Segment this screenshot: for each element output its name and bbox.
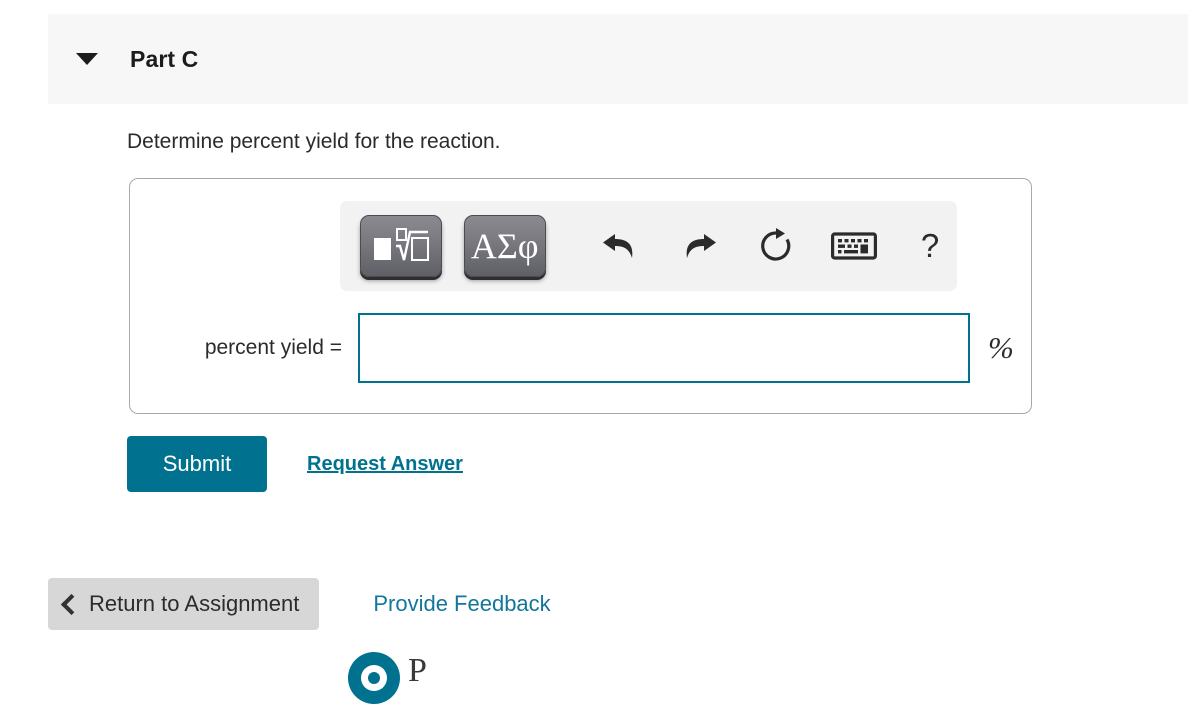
keyboard-button[interactable] (827, 219, 881, 273)
undo-button[interactable] (594, 219, 648, 273)
submit-button[interactable]: Submit (127, 436, 267, 492)
math-toolbar: ΑΣφ ? (340, 201, 957, 291)
reset-circular-arrow-icon (761, 228, 791, 261)
return-to-assignment-label: Return to Assignment (89, 591, 300, 616)
greek-symbols-label: ΑΣφ (470, 226, 539, 266)
provide-feedback-link[interactable]: Provide Feedback (373, 591, 550, 617)
math-template-button[interactable] (360, 215, 442, 277)
answer-panel: ΑΣφ ? percent yield = % (129, 178, 1032, 414)
request-answer-link[interactable]: Request Answer (307, 453, 463, 476)
help-button[interactable]: ? (903, 219, 957, 273)
footer-logo-word: P (408, 652, 427, 689)
answer-row: percent yield = % (130, 313, 1033, 383)
question-prompt: Determine percent yield for the reaction… (127, 130, 501, 153)
help-label: ? (920, 227, 940, 264)
caret-down-icon (76, 53, 98, 65)
greek-symbols-button[interactable]: ΑΣφ (463, 215, 546, 277)
math-template-nth-root-icon (373, 228, 429, 261)
keyboard-icon (831, 232, 878, 260)
return-to-assignment-button[interactable]: Return to Assignment (48, 578, 320, 630)
chevron-left-icon (60, 593, 83, 615)
reset-button[interactable] (749, 219, 803, 273)
undo-arrow-icon (602, 234, 632, 258)
part-title: Part C (130, 45, 199, 72)
unit-percent-label: % (988, 330, 1014, 365)
redo-arrow-icon (687, 234, 717, 258)
pearson-logo-icon (348, 652, 400, 704)
bottom-bar: Return to Assignment Provide Feedback (48, 578, 551, 630)
part-header: Part C (48, 14, 1188, 104)
answer-label: percent yield = (204, 336, 342, 359)
submit-row: Submit Request Answer (127, 436, 463, 492)
percent-yield-input[interactable] (358, 313, 970, 383)
redo-button[interactable] (672, 219, 726, 273)
footer-logo: P (348, 652, 427, 704)
part-collapse-toggle[interactable] (70, 42, 104, 76)
